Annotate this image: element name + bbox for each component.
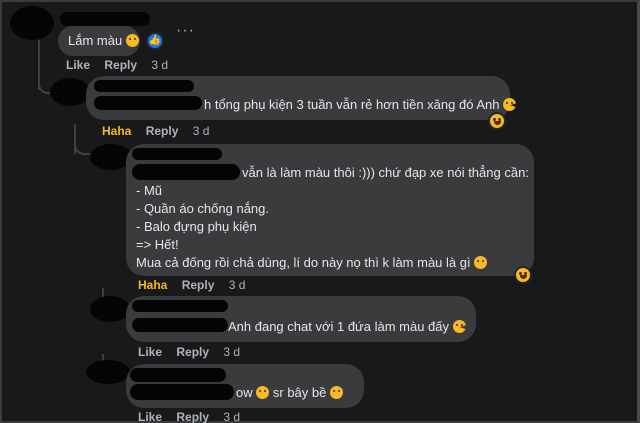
avatar[interactable]: [86, 360, 130, 384]
redacted-name: [132, 148, 222, 160]
like-button[interactable]: Like: [138, 345, 162, 359]
timestamp[interactable]: 3 d: [223, 345, 240, 359]
comment-text: Anh đang chat với 1 đứa làm màu đấy: [228, 319, 450, 334]
comment-actions: Like Reply 3 d: [138, 345, 251, 359]
redacted-text: [132, 318, 228, 332]
comment-actions: Like Reply 3 d: [66, 58, 179, 72]
reply-button[interactable]: Reply: [104, 58, 137, 72]
timestamp[interactable]: 3 d: [229, 278, 246, 292]
timestamp[interactable]: 3 d: [223, 410, 240, 423]
comment-bubble: Lắm màu: [58, 26, 140, 56]
comment-text: Lắm màu: [68, 33, 123, 48]
avatar[interactable]: [10, 6, 54, 40]
comment-actions: Haha Reply 3 d: [138, 278, 256, 292]
comment-line: - Mũ: [136, 183, 162, 198]
comment-line: vẫn là làm màu thôi :))) chứ đạp xe nói …: [242, 165, 529, 180]
rolling-eyes-emoji-icon: [125, 34, 139, 47]
redacted-text: [94, 96, 202, 110]
redacted-name: [60, 12, 150, 26]
comment-line: - Quần áo chống nắng.: [136, 201, 269, 216]
comment-thread: Lắm màu 👍 ··· Like Reply 3 d h tổng phụ …: [0, 0, 640, 423]
comment-bubble: ow sr bây bề: [126, 364, 364, 408]
haha-reaction-icon[interactable]: [488, 112, 506, 130]
timestamp[interactable]: 3 d: [193, 124, 210, 138]
comment-bubble: h tổng phụ kiện 3 tuần vẫn rẻ hơn tiền x…: [86, 76, 517, 120]
avatar[interactable]: [90, 296, 130, 322]
comment-bubble: vẫn là làm màu thôi :))) chứ đạp xe nói …: [126, 144, 534, 276]
reply-button[interactable]: Reply: [176, 345, 209, 359]
redacted-text: [130, 384, 234, 400]
comment-text: ow: [236, 385, 253, 400]
avatar[interactable]: [50, 78, 90, 106]
redacted-name: [130, 368, 226, 382]
comment-text: h tổng phụ kiện 3 tuần vẫn rẻ hơn tiền x…: [204, 97, 500, 112]
comment-bubble: Anh đang chat với 1 đứa làm màu đấy: [126, 296, 476, 342]
reply-button[interactable]: Reply: [176, 410, 209, 423]
comment-text: sr bây bề: [272, 385, 327, 400]
like-button[interactable]: Like: [66, 58, 90, 72]
sad-emoji-icon: [329, 386, 343, 399]
redacted-name: [94, 80, 194, 92]
comment-line: - Balo đựng phụ kiện: [136, 219, 257, 234]
redacted-name: [132, 300, 228, 312]
like-button[interactable]: Like: [138, 410, 162, 423]
reply-button[interactable]: Reply: [182, 278, 215, 292]
comment-actions: Like Reply 3 d: [138, 410, 251, 423]
like-reaction-icon[interactable]: 👍: [146, 32, 164, 50]
haha-button[interactable]: Haha: [138, 278, 167, 292]
rolling-eyes-emoji-icon: [474, 256, 488, 269]
laughing-emoji-icon: [452, 320, 466, 333]
comment-line: Mua cả đống rồi chả dùng, lí do này nọ t…: [136, 255, 471, 270]
timestamp[interactable]: 3 d: [151, 58, 168, 72]
sad-emoji-icon: [256, 386, 270, 399]
more-options-icon[interactable]: ···: [176, 22, 195, 40]
haha-reaction-icon[interactable]: [514, 266, 532, 284]
comment-line: => Hết!: [136, 237, 179, 252]
laughing-emoji-icon: [503, 98, 517, 111]
redacted-text: [132, 164, 240, 180]
reply-button[interactable]: Reply: [146, 124, 179, 138]
haha-button[interactable]: Haha: [102, 124, 131, 138]
comment-actions: Haha Reply 3 d: [102, 124, 220, 138]
